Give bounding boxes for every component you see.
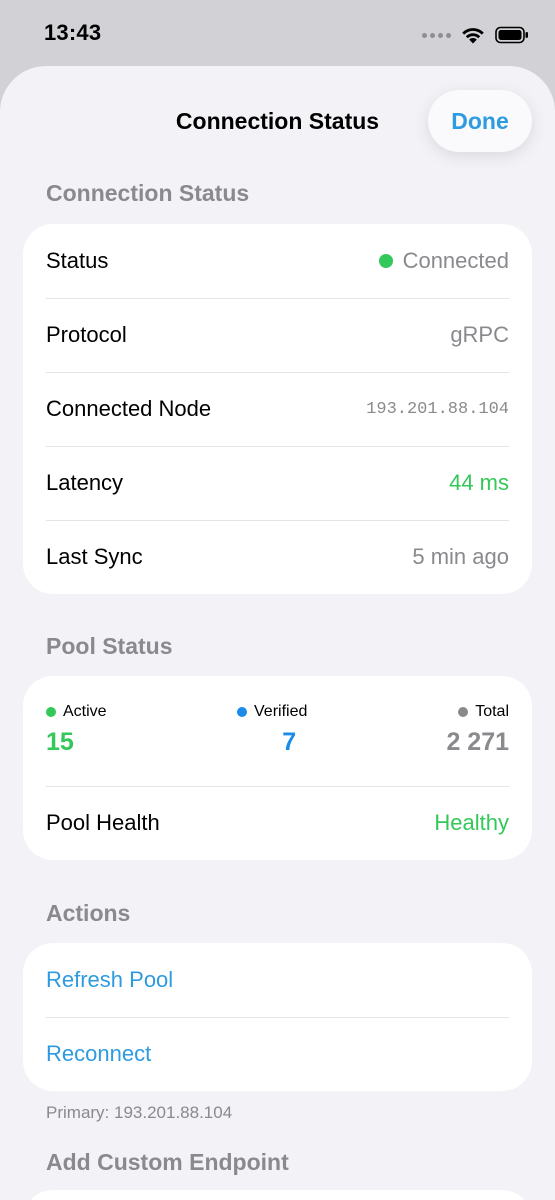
wifi-icon bbox=[462, 28, 484, 44]
battery-icon bbox=[495, 26, 528, 44]
screen: 13:43 Connection Status Done Connection … bbox=[0, 0, 555, 1200]
pool-card: Active 15 Verified 7 Total 2 271 Pool He… bbox=[23, 676, 532, 860]
connection-status-sheet: Connection Status Done Connection Status… bbox=[0, 66, 555, 1200]
connection-section-header: Connection Status bbox=[46, 180, 250, 206]
actions-section-header: Actions bbox=[46, 900, 131, 926]
protocol-value: gRPC bbox=[450, 322, 509, 347]
status-bar: 13:43 bbox=[0, 0, 555, 66]
status-value: Connected bbox=[378, 248, 509, 274]
pool-stats-row: Active 15 Verified 7 Total 2 271 bbox=[23, 676, 532, 786]
refresh-pool-button[interactable]: Refresh Pool bbox=[23, 943, 532, 1017]
connection-card: Status Connected Protocol gRPC Connected… bbox=[23, 224, 532, 594]
latency-row: Latency 44 ms bbox=[23, 446, 532, 520]
stat-active-value: 15 bbox=[46, 728, 74, 756]
connected-indicator-icon bbox=[378, 254, 393, 268]
pool-health-row: Pool Health Healthy bbox=[23, 786, 532, 860]
latency-value: 44 ms bbox=[449, 470, 509, 495]
done-button[interactable]: Done bbox=[428, 90, 532, 152]
connected-node-value: 193.201.88.104 bbox=[366, 399, 509, 419]
custom-endpoint-card bbox=[23, 1190, 532, 1200]
stat-verified-label: Verified bbox=[254, 703, 308, 720]
connected-node-label: Connected Node bbox=[46, 396, 212, 421]
stat-total-label: Total bbox=[475, 703, 509, 720]
status-time: 13:43 bbox=[44, 20, 102, 45]
stat-verified-value: 7 bbox=[282, 728, 297, 756]
connected-node-row: Connected Node 193.201.88.104 bbox=[23, 372, 532, 446]
status-icons bbox=[422, 24, 529, 46]
stat-active: Active 15 bbox=[46, 702, 107, 757]
total-dot-icon bbox=[458, 707, 469, 717]
signal-dots-icon bbox=[422, 32, 451, 38]
pool-health-value: Healthy bbox=[434, 810, 509, 835]
active-dot-icon bbox=[46, 707, 56, 717]
status-label: Status bbox=[46, 248, 109, 273]
stat-total-value: 2 271 bbox=[446, 728, 509, 756]
status-row: Status Connected bbox=[23, 224, 532, 298]
reconnect-button[interactable]: Reconnect bbox=[23, 1017, 532, 1091]
status-value-text: Connected bbox=[402, 248, 509, 273]
stat-verified: Verified 7 bbox=[237, 702, 307, 757]
stat-active-label: Active bbox=[63, 703, 107, 720]
custom-endpoint-section-header: Add Custom Endpoint bbox=[46, 1149, 289, 1175]
verified-dot-icon bbox=[237, 707, 247, 717]
pool-health-label: Pool Health bbox=[46, 810, 160, 835]
last-sync-label: Last Sync bbox=[46, 544, 143, 569]
stat-total: Total 2 271 bbox=[446, 702, 509, 757]
actions-card: Refresh Pool Reconnect bbox=[23, 943, 532, 1091]
protocol-row: Protocol gRPC bbox=[23, 298, 532, 372]
protocol-label: Protocol bbox=[46, 322, 127, 347]
primary-node-note: Primary: 193.201.88.104 bbox=[46, 1103, 233, 1122]
pool-section-header: Pool Status bbox=[46, 633, 173, 659]
latency-label: Latency bbox=[46, 470, 124, 495]
last-sync-row: Last Sync 5 min ago bbox=[23, 520, 532, 594]
last-sync-value: 5 min ago bbox=[412, 544, 509, 569]
